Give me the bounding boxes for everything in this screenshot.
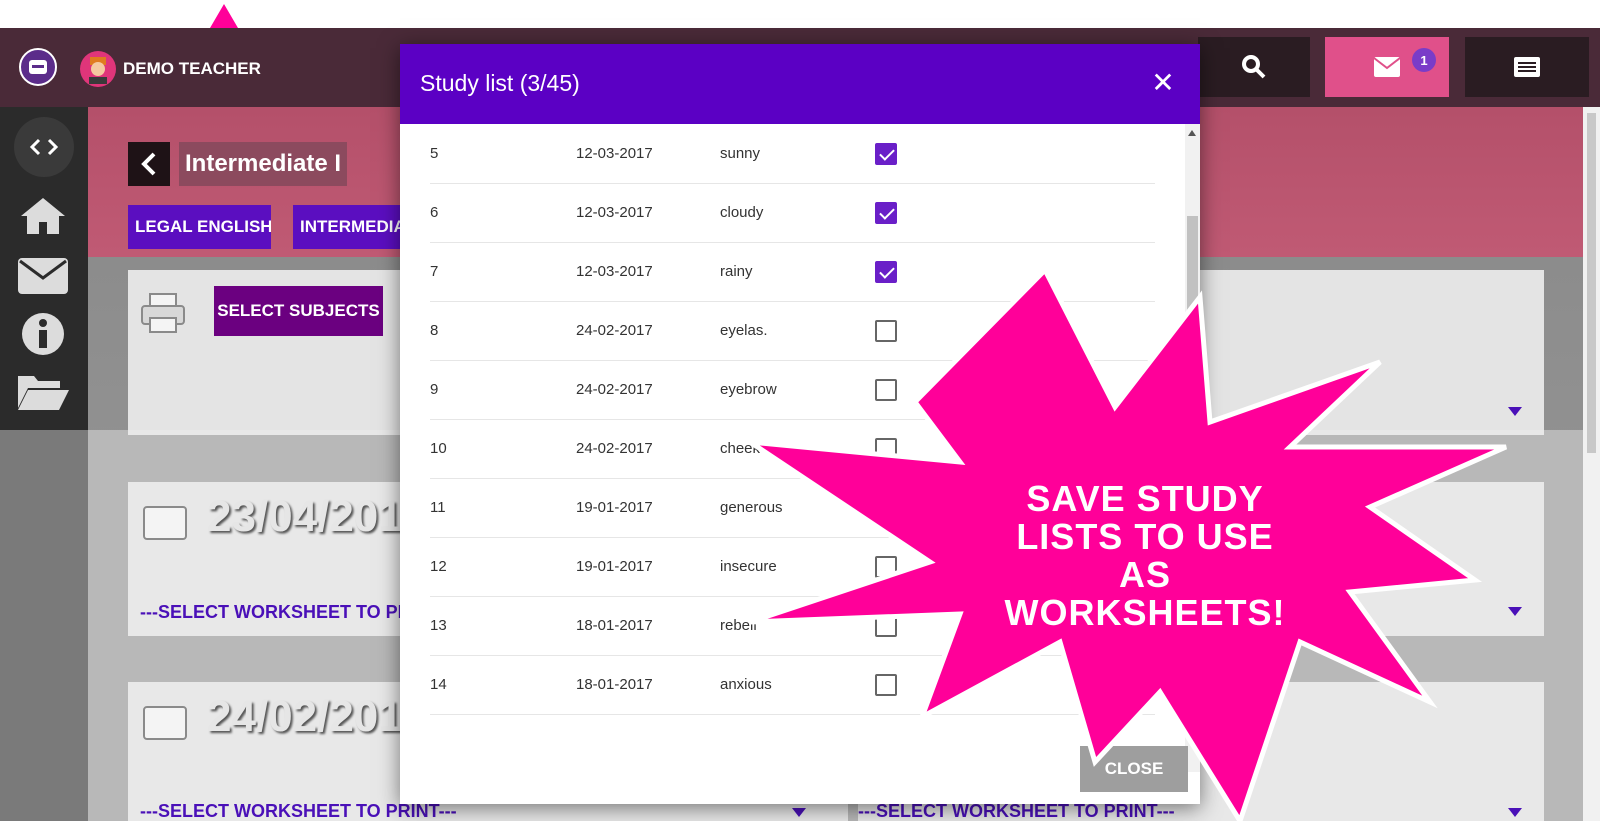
list-icon xyxy=(143,706,187,740)
code-toggle-icon[interactable] xyxy=(14,117,74,177)
row-number: 5 xyxy=(430,145,439,162)
row-word: sunny xyxy=(720,145,761,162)
row-date: 12-03-2017 xyxy=(576,204,653,221)
page-scrollbar[interactable] xyxy=(1583,107,1600,821)
page-scroll-thumb[interactable] xyxy=(1587,113,1596,453)
pink-pointer-shape xyxy=(210,4,238,28)
select-subjects-button[interactable]: SELECT SUBJECTS xyxy=(214,286,383,336)
print-icon[interactable] xyxy=(140,292,186,341)
tag-legal-english-button[interactable]: LEGAL ENGLISH xyxy=(128,205,271,249)
info-icon[interactable] xyxy=(14,309,72,359)
row-number: 8 xyxy=(430,322,439,339)
left-sidebar xyxy=(0,107,88,430)
row-word: cloudy xyxy=(720,204,764,221)
top-strip xyxy=(0,0,1600,28)
list-icon xyxy=(143,506,187,540)
worksheet-date: 24/02/201 xyxy=(207,692,403,741)
row-date: 12-03-2017 xyxy=(576,263,653,280)
row-date: 24-02-2017 xyxy=(576,440,653,457)
row-number: 10 xyxy=(430,440,447,457)
logo-icon[interactable] xyxy=(19,48,57,86)
row-number: 13 xyxy=(430,617,447,634)
row-checkbox[interactable] xyxy=(875,202,897,224)
row-date: 12-03-2017 xyxy=(576,145,653,162)
folder-open-icon[interactable] xyxy=(14,367,72,417)
worksheet-date: 23/04/201 xyxy=(207,492,403,541)
mail-count-badge: 1 xyxy=(1412,48,1436,72)
promo-line-1: SAVE STUDY xyxy=(1026,478,1264,519)
row-date: 19-01-2017 xyxy=(576,499,653,516)
row-number: 11 xyxy=(430,499,446,516)
row-date: 19-01-2017 xyxy=(576,558,653,575)
list-button[interactable] xyxy=(1465,37,1589,97)
row-number: 6 xyxy=(430,204,439,221)
row-date: 24-02-2017 xyxy=(576,381,653,398)
worksheet-select[interactable]: ---SELECT WORKSHEET TO PRI xyxy=(140,602,416,623)
chevron-left-icon xyxy=(141,152,156,176)
mail-icon[interactable] xyxy=(14,251,72,301)
back-button[interactable] xyxy=(128,142,170,186)
row-number: 9 xyxy=(430,381,439,398)
teacher-name: DEMO TEACHER xyxy=(123,59,261,78)
mail-icon xyxy=(1373,57,1401,77)
row-number: 12 xyxy=(430,558,447,575)
tag-intermediate-button[interactable]: INTERMEDIA xyxy=(293,205,400,249)
row-date: 18-01-2017 xyxy=(576,676,653,693)
close-icon[interactable]: ✕ xyxy=(1148,68,1178,98)
table-row: 6 12-03-2017 cloudy xyxy=(430,183,1155,243)
promo-text: SAVE STUDY LISTS TO USE AS WORKSHEETS! xyxy=(990,480,1300,632)
worksheet-select[interactable]: ---SELECT WORKSHEET TO PRINT--- xyxy=(140,801,457,821)
scroll-up-icon[interactable] xyxy=(1188,130,1196,136)
list-icon xyxy=(1514,57,1540,77)
modal-title: Study list (3/45) xyxy=(420,70,580,96)
search-icon xyxy=(1242,55,1266,79)
row-date: 18-01-2017 xyxy=(576,617,653,634)
promo-line-3: WORKSHEETS! xyxy=(1004,592,1286,633)
search-button[interactable] xyxy=(1198,37,1310,97)
table-row: 5 12-03-2017 sunny xyxy=(430,124,1155,184)
row-date: 24-02-2017 xyxy=(576,322,653,339)
row-number: 7 xyxy=(430,263,439,280)
avatar-icon[interactable] xyxy=(80,51,116,87)
home-icon[interactable] xyxy=(14,191,72,241)
row-checkbox[interactable] xyxy=(875,143,897,165)
promo-line-2: LISTS TO USE AS xyxy=(1016,516,1274,595)
course-title: Intermediate I xyxy=(179,142,348,186)
modal-header: Study list (3/45) ✕ xyxy=(400,44,1200,124)
row-number: 14 xyxy=(430,676,447,693)
background-left-wall xyxy=(0,430,88,821)
